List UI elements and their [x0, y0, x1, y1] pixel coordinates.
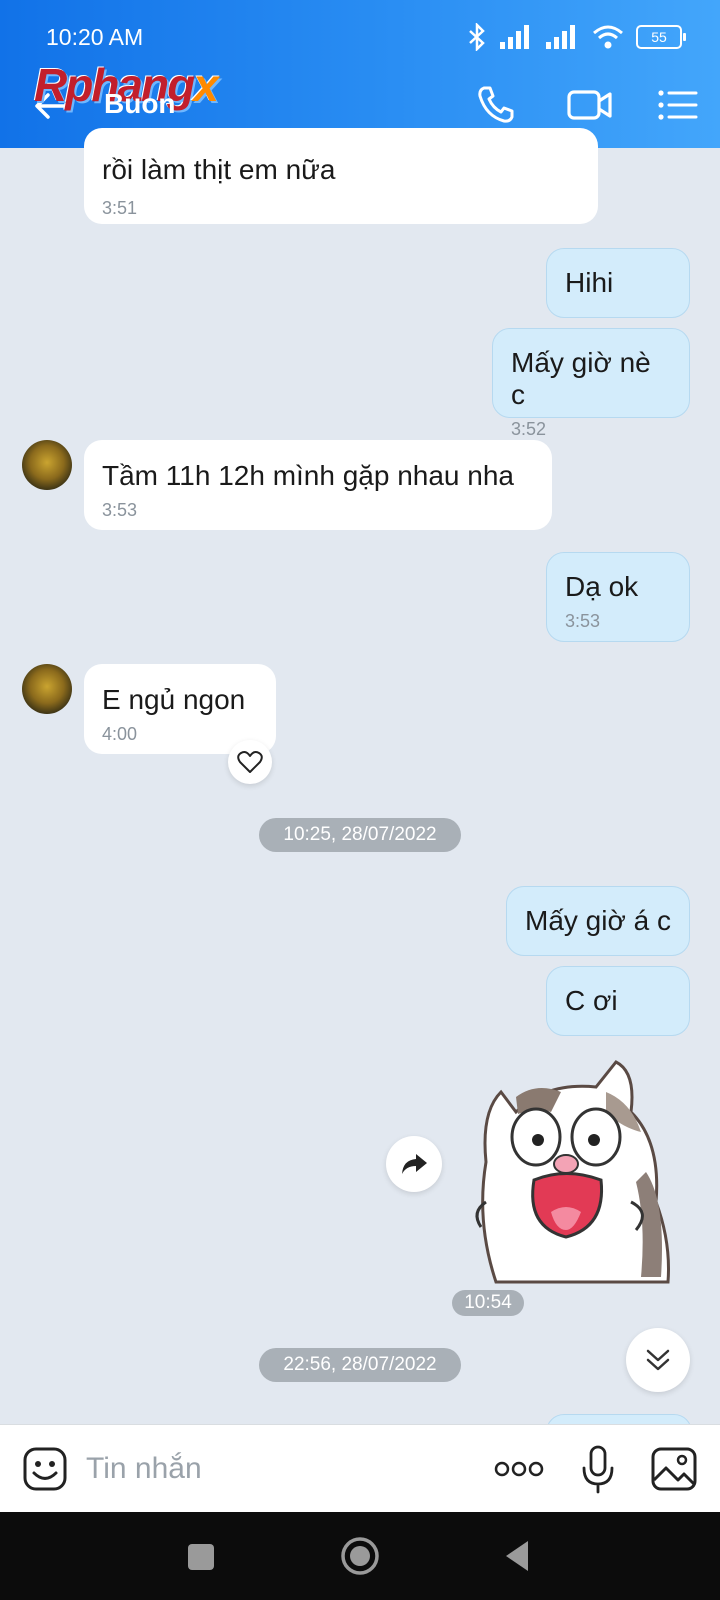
message-text: Mấy giờ nè c [511, 347, 651, 410]
cat-sticker-icon[interactable] [456, 1052, 686, 1284]
scroll-to-bottom-button[interactable] [626, 1328, 690, 1392]
signal-icon [500, 25, 529, 49]
message-text: Hihi [565, 267, 614, 298]
message-input[interactable] [84, 1444, 468, 1494]
bluetooth-icon [469, 23, 485, 51]
message-bubble-outgoing[interactable]: Mấy giờ á c [506, 886, 690, 956]
message-bubble-outgoing[interactable]: Dạ ok 3:53 [546, 552, 690, 642]
date-separator: 22:56, 28/07/2022 [259, 1348, 461, 1382]
recent-apps-icon[interactable] [186, 1542, 216, 1572]
forward-arrow-icon [402, 1154, 427, 1174]
message-bubble-outgoing[interactable]: Hihi [546, 248, 690, 318]
message-bubble-incoming[interactable]: rồi làm thịt em nữa 3:51 [84, 128, 598, 224]
battery-indicator: 55 [636, 25, 686, 49]
message-text: C ơi [565, 985, 618, 1016]
message-time: 3:53 [565, 611, 601, 631]
wifi-icon [593, 25, 623, 49]
heart-icon [237, 751, 263, 773]
home-icon[interactable] [340, 1536, 380, 1576]
image-gallery-icon[interactable] [650, 1446, 698, 1492]
message-bubble-outgoing[interactable]: Mấy giờ nè c 3:52 [492, 328, 690, 439]
message-bubble-incoming[interactable]: Tầm 11h 12h mình gặp nhau nha 3:53 [84, 440, 552, 530]
react-heart-button[interactable] [228, 740, 272, 784]
video-call-icon[interactable] [566, 84, 614, 126]
message-text: E ngủ ngon [102, 684, 246, 715]
message-time: 3:52 [511, 419, 547, 439]
microphone-icon[interactable] [580, 1444, 616, 1494]
more-options-icon[interactable] [494, 1458, 544, 1480]
date-separator: 10:25, 28/07/2022 [259, 818, 461, 852]
message-time: 3:51 [102, 198, 138, 218]
contact-avatar[interactable] [22, 440, 72, 490]
sticker-time: 10:54 [452, 1290, 524, 1316]
status-time: 10:20 AM [46, 24, 144, 50]
forward-button[interactable] [386, 1136, 442, 1192]
message-text: Mấy giờ á c [525, 905, 671, 936]
message-text: Tầm 11h 12h mình gặp nhau nha [102, 460, 515, 491]
signal-icon-2 [546, 25, 575, 49]
message-time: 4:00 [102, 724, 138, 744]
emoji-sticker-icon[interactable] [22, 1446, 68, 1492]
double-chevron-down-icon [646, 1349, 670, 1371]
status-icons: 55 [466, 22, 686, 52]
menu-list-icon[interactable] [656, 84, 698, 126]
phone-call-icon[interactable] [474, 82, 518, 126]
nav-back-icon[interactable] [502, 1538, 532, 1574]
message-bubble-outgoing[interactable]: C ơi [546, 966, 690, 1036]
message-text: Dạ ok [565, 571, 639, 602]
message-text: rồi làm thịt em nữa [102, 154, 336, 185]
contact-avatar[interactable] [22, 664, 72, 714]
contact-name[interactable]: Buon [104, 88, 176, 120]
message-time: 3:53 [102, 500, 138, 520]
